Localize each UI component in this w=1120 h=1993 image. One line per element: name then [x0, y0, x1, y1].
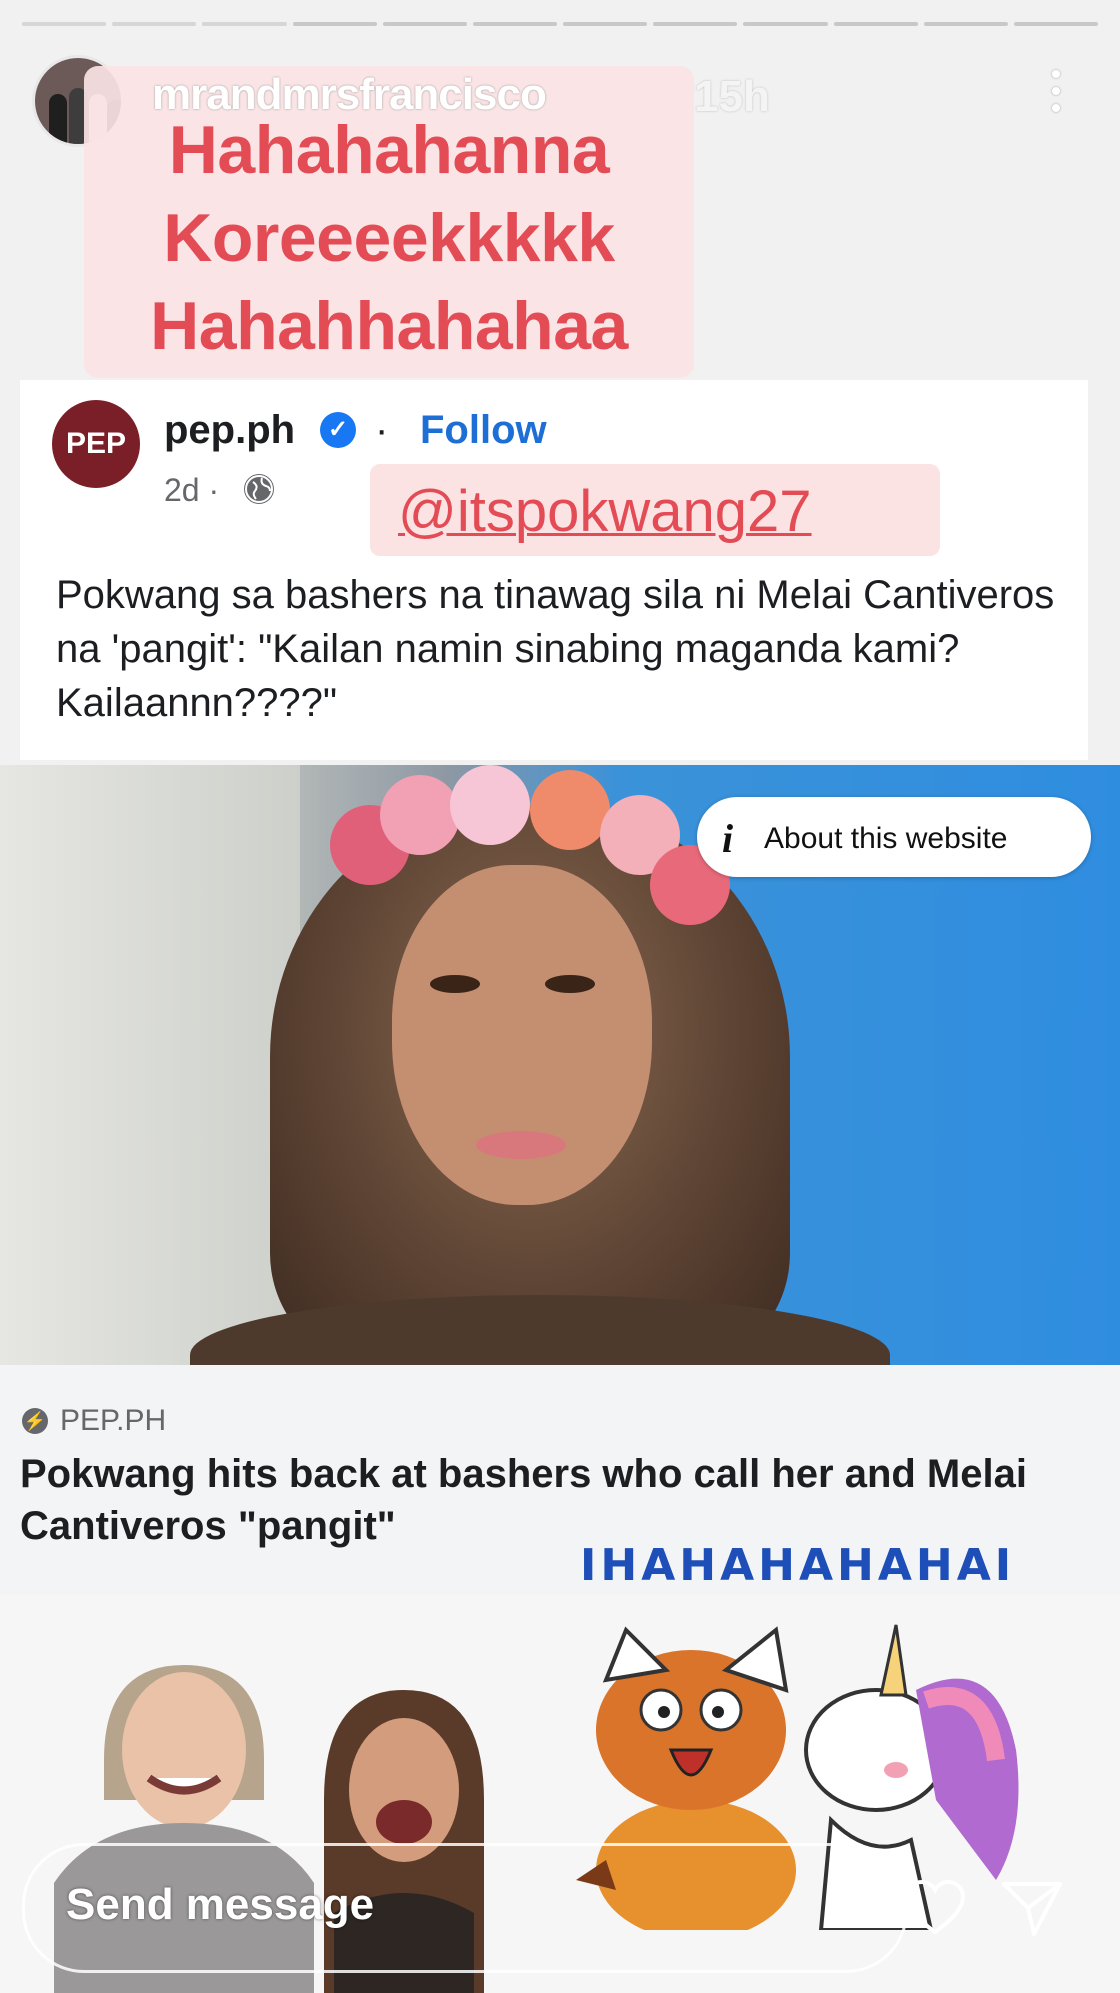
post-text: Pokwang sa bashers na tinawag sila ni Me…	[56, 573, 1055, 725]
bolt-icon: ⚡	[22, 1408, 48, 1434]
progress-segment	[1013, 22, 1099, 26]
link-title[interactable]: Pokwang hits back at bashers who call he…	[20, 1448, 1080, 1552]
progress-segment	[292, 22, 377, 26]
progress-segment	[833, 22, 918, 26]
globe-icon	[244, 474, 274, 504]
follow-button[interactable]: Follow	[420, 408, 547, 453]
publisher-name[interactable]: pep.ph	[164, 408, 295, 453]
share-icon[interactable]	[1000, 1878, 1064, 1938]
post-age: 2d ·	[164, 472, 220, 508]
caption-line: Hahahhahahaa	[150, 288, 628, 364]
laugh-text-sticker: IHAHAHAHAHAI	[580, 1540, 1016, 1591]
more-icon[interactable]	[1050, 70, 1062, 120]
progress-segment	[563, 22, 648, 26]
progress-segment	[743, 22, 828, 26]
progress-segment	[382, 22, 467, 26]
progress-segment	[472, 22, 558, 26]
story-progress-bar	[22, 22, 1099, 28]
progress-segment	[112, 22, 197, 26]
caption-line: Koreeeekkkkk	[163, 200, 615, 276]
story-username[interactable]: mrandmrsfrancisco	[152, 70, 547, 120]
about-website-label: About this website	[764, 822, 1008, 855]
progress-segment	[923, 22, 1008, 26]
verified-icon: ✓	[320, 412, 356, 448]
publisher-logo[interactable]: PEP	[52, 400, 140, 488]
info-icon: i	[722, 816, 734, 861]
heart-icon[interactable]	[905, 1880, 965, 1936]
progress-segment	[202, 22, 287, 26]
progress-segment	[22, 22, 107, 26]
send-message-placeholder: Send message	[66, 1880, 375, 1929]
separator: ·	[375, 408, 389, 452]
progress-segment	[653, 22, 738, 26]
story-time: 15h	[694, 72, 770, 121]
mention-link[interactable]: @itspokwang27	[398, 478, 812, 545]
link-site: PEP.PH	[60, 1404, 167, 1437]
